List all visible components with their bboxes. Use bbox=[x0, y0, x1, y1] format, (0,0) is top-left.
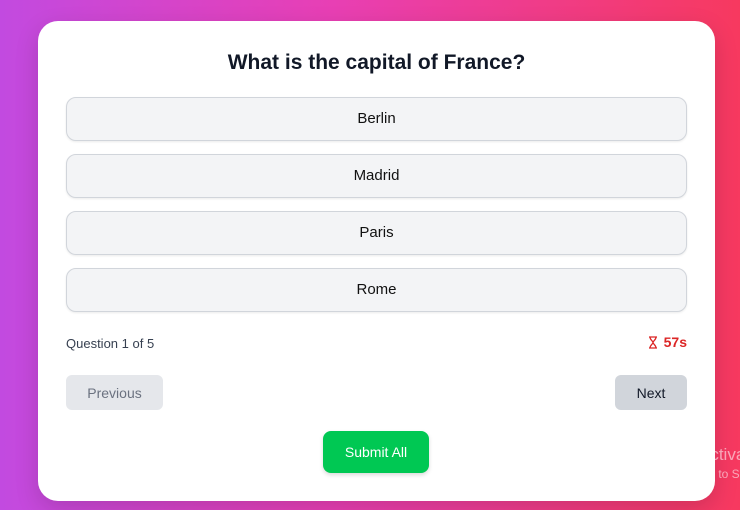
option-rome[interactable]: Rome bbox=[66, 268, 687, 312]
submit-all-button[interactable]: Submit All bbox=[323, 431, 429, 473]
progress-row: Question 1 of 5 57s bbox=[66, 334, 687, 354]
option-berlin[interactable]: Berlin bbox=[66, 97, 687, 141]
option-paris[interactable]: Paris bbox=[66, 211, 687, 255]
timer-value: 57s bbox=[663, 334, 687, 350]
hourglass-icon bbox=[648, 335, 658, 349]
next-button[interactable]: Next bbox=[615, 375, 687, 410]
timer: 57s bbox=[648, 334, 687, 350]
question-progress: Question 1 of 5 bbox=[66, 336, 155, 351]
question-title: What is the capital of France? bbox=[227, 51, 526, 74]
option-madrid[interactable]: Madrid bbox=[66, 154, 687, 198]
quiz-card: What is the capital of France? Berlin Ma… bbox=[38, 21, 715, 501]
answer-options: Berlin Madrid Paris Rome bbox=[66, 97, 687, 325]
previous-button[interactable]: Previous bbox=[66, 375, 163, 410]
